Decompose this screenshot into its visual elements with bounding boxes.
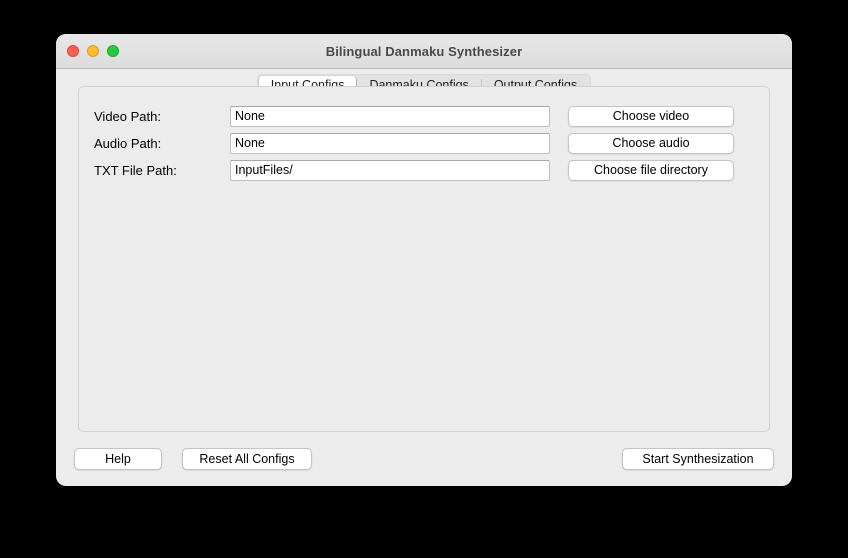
app-window: Bilingual Danmaku Synthesizer Input Conf… bbox=[56, 34, 792, 486]
title-bar: Bilingual Danmaku Synthesizer bbox=[56, 34, 792, 69]
video-path-input[interactable] bbox=[230, 105, 550, 127]
txt-file-path-label: TXT File Path: bbox=[94, 162, 177, 178]
start-synthesization-button[interactable]: Start Synthesization bbox=[622, 448, 774, 470]
maximize-button[interactable] bbox=[107, 45, 119, 57]
txt-file-path-button-wrap: Choose file directory bbox=[568, 159, 734, 181]
txt-file-path-input[interactable] bbox=[230, 159, 550, 181]
window-title: Bilingual Danmaku Synthesizer bbox=[325, 43, 523, 59]
choose-audio-button[interactable]: Choose audio bbox=[568, 132, 734, 154]
audio-path-input[interactable] bbox=[230, 132, 550, 154]
audio-path-button-wrap: Choose audio bbox=[568, 132, 734, 154]
choose-video-button[interactable]: Choose video bbox=[568, 105, 734, 127]
close-button[interactable] bbox=[67, 45, 79, 57]
input-configs-panel: Video Path: Choose video Audio Path: Cho… bbox=[78, 86, 770, 432]
minimize-button[interactable] bbox=[87, 45, 99, 57]
help-button[interactable]: Help bbox=[74, 448, 162, 470]
window-controls bbox=[67, 45, 119, 57]
video-path-label: Video Path: bbox=[94, 108, 161, 124]
audio-path-label: Audio Path: bbox=[94, 135, 162, 151]
form-row-video-path: Video Path: Choose video bbox=[79, 103, 769, 129]
bottom-action-bar: Help Reset All Configs Start Synthesizat… bbox=[56, 432, 792, 486]
choose-file-directory-button[interactable]: Choose file directory bbox=[568, 159, 734, 181]
form-rows: Video Path: Choose video Audio Path: Cho… bbox=[79, 87, 769, 183]
form-row-txt-file-path: TXT File Path: Choose file directory bbox=[79, 157, 769, 183]
form-row-audio-path: Audio Path: Choose audio bbox=[79, 130, 769, 156]
video-path-button-wrap: Choose video bbox=[568, 105, 734, 127]
reset-all-configs-button[interactable]: Reset All Configs bbox=[182, 448, 312, 470]
